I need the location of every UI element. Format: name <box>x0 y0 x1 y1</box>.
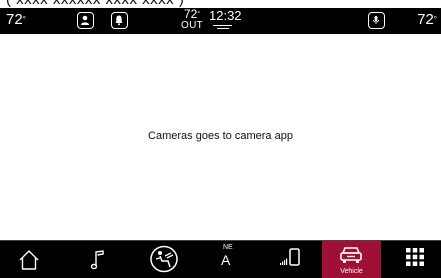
notifications-button[interactable] <box>111 12 128 29</box>
nav-apps-button[interactable] <box>395 241 435 278</box>
nav-media-button[interactable] <box>74 241 124 278</box>
caption-strip: ( xxxx xxxxxx xxxx xxxx ) <box>0 0 441 8</box>
outside-label: OUT <box>180 20 203 31</box>
passenger-temperature-value: 72 <box>417 11 434 28</box>
nav-phone-button[interactable] <box>272 241 312 278</box>
notification-bell-icon <box>115 15 123 26</box>
nav-navigation-button[interactable]: NE A <box>208 241 248 278</box>
profile-button[interactable] <box>77 12 94 29</box>
bottom-nav: NE A Vehicle <box>0 240 441 278</box>
caption-text: ( xxxx xxxxxx xxxx xxxx ) <box>6 0 184 8</box>
vehicle-label: Vehicle <box>340 268 363 275</box>
home-icon <box>19 250 39 270</box>
vehicle-car-icon <box>340 247 362 263</box>
clock: 12:32 <box>209 8 242 23</box>
degree-symbol: ° <box>433 15 437 24</box>
outside-temperature: 72° OUT <box>180 7 204 31</box>
phone-signal-icon <box>280 248 300 266</box>
profile-icon <box>81 15 89 25</box>
nav-climate-button[interactable] <box>140 241 190 278</box>
climate-fan-icon <box>150 245 178 273</box>
driver-temperature[interactable]: 72° <box>6 11 26 29</box>
nav-home-button[interactable] <box>14 241 64 278</box>
outside-degree-symbol: ° <box>197 11 201 18</box>
voice-button[interactable] <box>368 12 385 29</box>
compass-direction: NE <box>223 244 233 251</box>
passenger-temperature[interactable]: 72° <box>417 11 437 29</box>
nav-vehicle-button[interactable]: Vehicle <box>322 241 381 278</box>
uconnect-screen: ( xxxx xxxxxx xxxx xxxx ) 72° 72° OUT 12… <box>0 0 441 278</box>
status-bar: 72° 72° OUT 12:32 72° <box>0 8 441 34</box>
main-content: Cameras goes to camera app <box>0 34 441 240</box>
clock-line <box>213 25 232 26</box>
outside-temperature-value: 72 <box>183 7 198 21</box>
clock-menu-lines[interactable] <box>213 25 232 31</box>
clock-line <box>217 28 229 29</box>
main-message: Cameras goes to camera app <box>148 130 293 142</box>
driver-temperature-value: 72 <box>6 11 23 28</box>
music-note-icon <box>90 250 104 270</box>
microphone-icon <box>372 16 380 24</box>
apps-grid-icon <box>406 248 424 266</box>
degree-symbol: ° <box>22 15 26 24</box>
compass-letter: A <box>221 252 231 268</box>
